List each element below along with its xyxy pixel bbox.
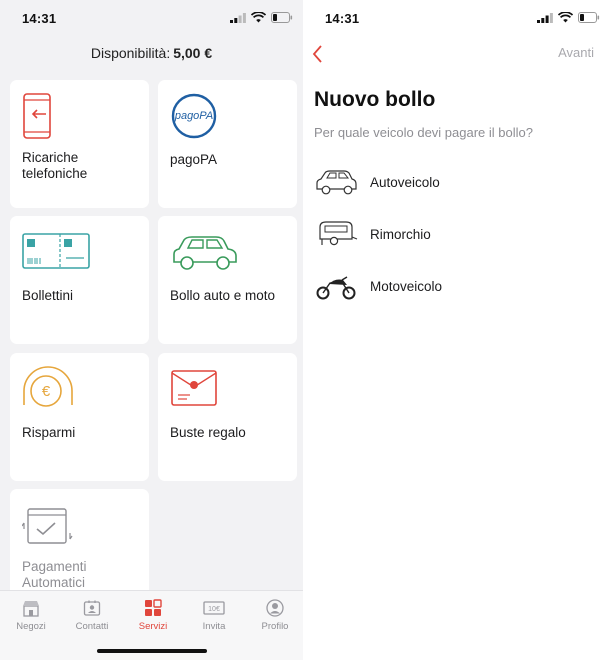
vehicle-label: Motoveicolo bbox=[370, 279, 443, 294]
service-label: Buste regalo bbox=[170, 425, 246, 440]
service-label: Bollettini bbox=[22, 288, 74, 303]
service-label: pagoPA bbox=[170, 152, 218, 167]
status-bar: 14:31 bbox=[0, 0, 303, 36]
store-icon bbox=[23, 601, 39, 617]
euro-coin-icon: € bbox=[23, 366, 73, 407]
nuovo-bollo-screen: 14:31 Avanti Nuovo bollo Per quale veico… bbox=[303, 0, 610, 660]
svg-text:10€: 10€ bbox=[208, 606, 220, 613]
tab-invita[interactable]: 10€ Invita bbox=[184, 599, 244, 632]
car-outline-icon bbox=[316, 170, 357, 195]
vehicle-option-motoveicolo[interactable]: Motoveicolo bbox=[314, 267, 594, 307]
contacts-icon bbox=[83, 600, 101, 616]
tab-contatti[interactable]: Contatti bbox=[62, 599, 122, 632]
service-card-bollettini[interactable]: Bollettini bbox=[10, 216, 149, 344]
car-icon bbox=[173, 236, 237, 270]
signal-icon bbox=[537, 12, 553, 23]
vehicle-label: Autoveicolo bbox=[370, 175, 440, 190]
services-grid-icon bbox=[145, 599, 162, 616]
trailer-outline-icon bbox=[319, 221, 358, 246]
tab-profilo[interactable]: Profilo bbox=[245, 599, 303, 632]
status-bar: 14:31 bbox=[303, 0, 610, 36]
status-time: 14:31 bbox=[22, 11, 57, 26]
svg-text:pagoPA: pagoPA bbox=[174, 110, 213, 122]
service-card-buste[interactable]: Buste regalo bbox=[158, 353, 297, 481]
services-screen: 14:31 Disponibilità: 5,00 € Ricariche tel… bbox=[0, 0, 303, 660]
profile-icon bbox=[266, 599, 284, 617]
wifi-icon bbox=[558, 12, 573, 23]
bill-slip-icon bbox=[22, 233, 90, 269]
home-indicator[interactable] bbox=[96, 649, 207, 653]
invite-ticket-icon: 10€ bbox=[203, 601, 225, 615]
signal-icon bbox=[230, 12, 246, 23]
battery-icon bbox=[271, 12, 293, 23]
motorcycle-outline-icon bbox=[316, 276, 356, 300]
balance-label: Disponibilità: bbox=[90, 45, 171, 61]
vehicle-option-rimorchio[interactable]: Rimorchio bbox=[314, 215, 594, 255]
gift-envelope-icon bbox=[171, 370, 217, 406]
tab-negozi[interactable]: Negozi bbox=[1, 599, 61, 632]
phone-recharge-icon bbox=[23, 93, 51, 139]
page-subtitle: Per quale veicolo devi pagare il bollo? bbox=[314, 125, 533, 140]
service-card-ricariche[interactable]: Ricariche telefoniche bbox=[10, 80, 149, 208]
service-label: Pagamenti Automatici bbox=[22, 559, 87, 590]
service-card-bollo[interactable]: Bollo auto e moto bbox=[158, 216, 297, 344]
automatic-payment-icon bbox=[22, 508, 73, 544]
tab-bar: Negozi Contatti Servizi 10€ Invita Profi… bbox=[0, 590, 303, 660]
svg-text:€: € bbox=[42, 383, 51, 400]
battery-icon bbox=[578, 12, 600, 23]
service-label: Risparmi bbox=[22, 425, 76, 440]
service-card-risparmi[interactable]: € Risparmi bbox=[10, 353, 149, 481]
chevron-left-icon[interactable] bbox=[307, 42, 331, 66]
service-card-pagopa[interactable]: pagoPA pagoPA bbox=[158, 80, 297, 208]
balance-amount: 5,00 € bbox=[173, 45, 213, 61]
page-title: Nuovo bollo bbox=[314, 88, 436, 111]
vehicle-label: Rimorchio bbox=[370, 227, 431, 242]
service-label: Bollo auto e moto bbox=[170, 288, 276, 303]
service-label: Ricariche telefoniche bbox=[22, 150, 88, 181]
pagopa-logo: pagoPA bbox=[171, 93, 217, 139]
wifi-icon bbox=[251, 12, 266, 23]
next-button[interactable]: Avanti bbox=[558, 45, 594, 60]
tab-servizi[interactable]: Servizi bbox=[123, 599, 183, 632]
status-time: 14:31 bbox=[325, 11, 360, 26]
balance-display: Disponibilità: 5,00 € bbox=[0, 45, 303, 61]
vehicle-option-autoveicolo[interactable]: Autoveicolo bbox=[314, 163, 594, 203]
